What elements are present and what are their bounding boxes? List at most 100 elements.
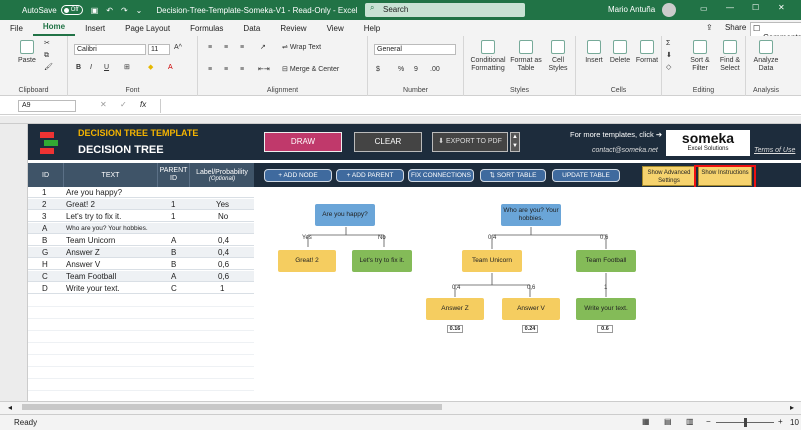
formula-input[interactable]	[160, 99, 798, 113]
currency-icon[interactable]: $	[376, 66, 380, 74]
merge-center-button[interactable]: ⊟ Merge & Center	[282, 66, 339, 74]
autosum-icon[interactable]: Σ	[666, 40, 670, 48]
align-left-icon[interactable]: ≡	[208, 66, 212, 74]
cut-icon[interactable]: ✂	[44, 40, 50, 48]
insert-function-icon[interactable]: fx	[140, 100, 146, 109]
page-break-icon[interactable]: ▥	[686, 417, 694, 426]
ribbon-display-icon[interactable]: ▭	[700, 4, 708, 13]
pdf-spinner[interactable]: ▲ ▼	[510, 132, 520, 152]
zoom-in-icon[interactable]: +	[778, 417, 783, 426]
format-cells-button[interactable]: Format	[634, 40, 660, 65]
tree-node[interactable]: Are you happy?	[315, 204, 375, 226]
analyze-data-button[interactable]: Analyze Data	[750, 40, 782, 73]
fill-icon[interactable]: ⬇	[666, 52, 672, 60]
normal-view-icon[interactable]: ▦	[642, 417, 650, 426]
table-row[interactable]: A Who are you? Your hobbies.	[28, 223, 254, 234]
number-format-select[interactable]: General	[374, 44, 456, 55]
horizontal-scrollbar[interactable]	[22, 404, 442, 410]
align-center-icon[interactable]: ≡	[224, 66, 228, 74]
zoom-level[interactable]: 10	[790, 418, 799, 427]
fix-connections-button[interactable]: FIX CONNECTIONS	[408, 169, 474, 182]
underline-button[interactable]: U	[104, 64, 109, 72]
tree-node[interactable]: Team Unicorn	[462, 250, 522, 272]
cancel-icon[interactable]: ✕	[100, 100, 107, 109]
clear-icon[interactable]: ◇	[666, 64, 671, 72]
sort-table-button[interactable]: ⇅ SORT TABLE	[480, 169, 546, 182]
tree-node[interactable]: Write your text.	[576, 298, 636, 320]
save-icon[interactable]: ▣	[91, 6, 99, 15]
conditional-formatting-button[interactable]: Conditional Formatting	[468, 40, 508, 73]
share-button[interactable]: ⇪ Share	[706, 23, 756, 32]
orientation-icon[interactable]: ↗	[260, 44, 266, 52]
tree-node[interactable]: Great! 2	[278, 250, 336, 272]
name-box[interactable]: A9	[18, 100, 76, 112]
find-select-button[interactable]: Find & Select	[716, 40, 744, 73]
table-row[interactable]: 3 Let's try to fix it. 1 No	[28, 211, 254, 222]
percent-icon[interactable]: %	[398, 66, 404, 74]
undo-icon[interactable]: ↶	[106, 6, 113, 15]
redo-icon[interactable]: ↷	[121, 6, 128, 15]
align-right-icon[interactable]: ≡	[240, 66, 244, 74]
table-row[interactable]: D Write your text. C 1	[28, 283, 254, 294]
decimal-icon[interactable]: .00	[430, 66, 440, 74]
table-row[interactable]: G Answer Z B 0,4	[28, 247, 254, 258]
customize-qat-icon[interactable]: ⌄	[136, 6, 143, 15]
font-color-icon[interactable]: A	[168, 64, 173, 72]
align-top-icon[interactable]: ≡	[208, 44, 212, 52]
page-layout-icon[interactable]: ▤	[664, 417, 672, 426]
bold-button[interactable]: B	[76, 64, 81, 72]
zoom-thumb[interactable]	[744, 418, 747, 427]
copy-icon[interactable]: ⧉	[44, 52, 49, 60]
show-advanced-button[interactable]: Show Advanced Settings	[642, 166, 696, 186]
borders-icon[interactable]: ⊞	[124, 64, 130, 72]
paste-button[interactable]: Paste	[18, 40, 36, 65]
enter-icon[interactable]: ✓	[120, 100, 127, 109]
tab-formulas[interactable]: Formulas	[180, 24, 233, 36]
align-bottom-icon[interactable]: ≡	[240, 44, 244, 52]
italic-button[interactable]: I	[90, 64, 92, 72]
table-row[interactable]: H Answer V B 0,6	[28, 259, 254, 270]
tab-data[interactable]: Data	[233, 24, 270, 36]
someka-logo[interactable]: someka Excel Solutions	[666, 130, 750, 156]
tab-file[interactable]: File	[0, 24, 33, 36]
search-input[interactable]: Search	[365, 3, 525, 17]
format-painter-icon[interactable]: 🖌	[44, 64, 53, 72]
tab-help[interactable]: Help	[354, 24, 390, 36]
insert-cells-button[interactable]: Insert	[582, 40, 606, 65]
tree-node[interactable]: Answer V	[502, 298, 560, 320]
tab-home[interactable]: Home	[32, 22, 76, 36]
table-row[interactable]: 2 Great! 2 1 Yes	[28, 199, 254, 210]
delete-cells-button[interactable]: Delete	[608, 40, 632, 65]
tree-node[interactable]: Let's try to fix it.	[352, 250, 412, 272]
update-table-button[interactable]: UPDATE TABLE	[552, 169, 620, 182]
increase-font-icon[interactable]: A^	[174, 44, 182, 52]
font-family-select[interactable]: Calibri	[74, 44, 146, 55]
scroll-left-icon[interactable]: ◂	[8, 403, 12, 412]
fill-color-icon[interactable]: ◆	[148, 64, 153, 72]
clear-button[interactable]: CLEAR	[354, 132, 422, 152]
add-node-button[interactable]: + ADD NODE	[264, 169, 332, 182]
sort-filter-button[interactable]: Sort & Filter	[686, 40, 714, 73]
cell-styles-button[interactable]: Cell Styles	[544, 40, 572, 73]
export-pdf-button[interactable]: ⬇ EXPORT TO PDF	[432, 132, 508, 152]
tree-node[interactable]: Team Football	[576, 250, 636, 272]
indent-icon[interactable]: ⇤⇥	[258, 66, 270, 74]
align-middle-icon[interactable]: ≡	[224, 44, 228, 52]
format-as-table-button[interactable]: Format as Table	[510, 40, 542, 73]
scroll-right-icon[interactable]: ▸	[790, 403, 794, 412]
tab-view[interactable]: View	[317, 24, 354, 36]
draw-button[interactable]: DRAW	[264, 132, 342, 152]
avatar[interactable]	[662, 3, 676, 17]
tab-review[interactable]: Review	[270, 24, 316, 36]
font-size-select[interactable]: 11	[148, 44, 170, 55]
zoom-out-icon[interactable]: −	[706, 417, 711, 426]
minimize-icon[interactable]: —	[726, 3, 734, 12]
tab-insert[interactable]: Insert	[75, 24, 115, 36]
tree-node[interactable]: Answer Z	[426, 298, 484, 320]
contact-email[interactable]: contact@someka.net	[592, 147, 658, 154]
autosave-toggle[interactable]: Off	[60, 5, 83, 15]
maximize-icon[interactable]: ☐	[752, 3, 759, 12]
tree-node[interactable]: Who are you? Your hobbies.	[501, 204, 561, 226]
terms-link[interactable]: Terms of Use	[754, 147, 795, 154]
comma-icon[interactable]: 9	[414, 66, 418, 74]
